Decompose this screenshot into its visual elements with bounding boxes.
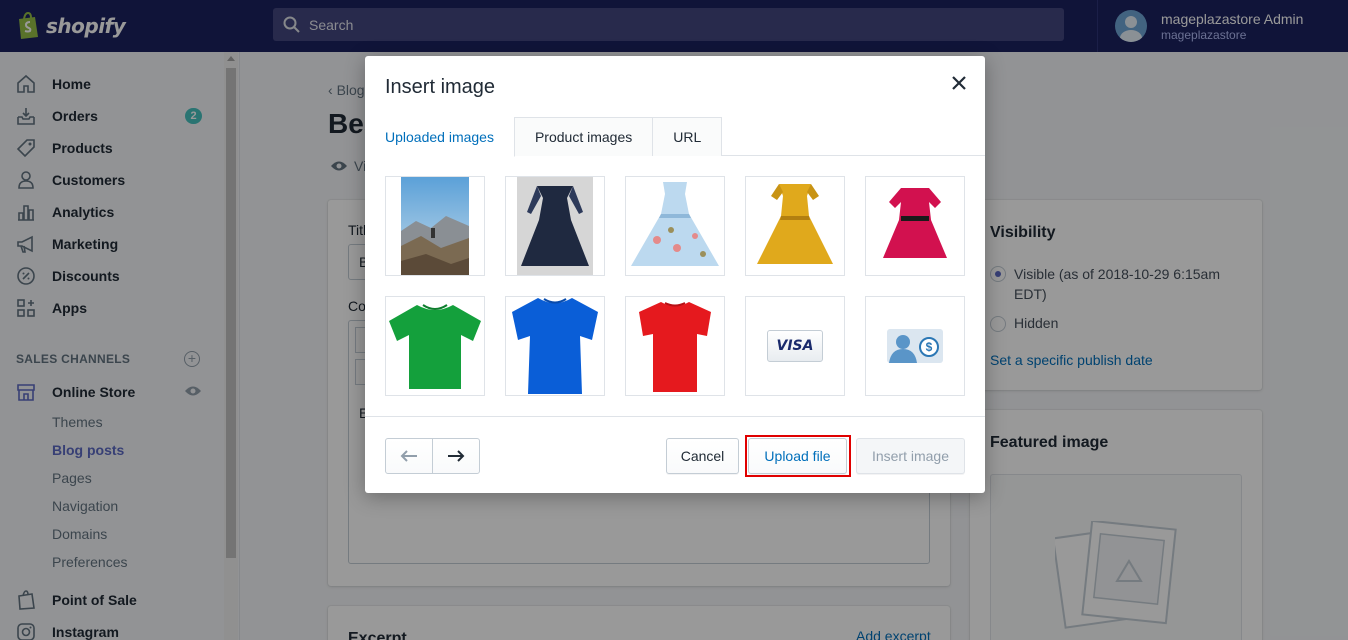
insert-image-button[interactable]: Insert image: [856, 438, 965, 474]
visa-card: VISA: [767, 330, 823, 362]
image-thumbnail-visa-card[interactable]: VISA: [745, 296, 845, 396]
image-thumbnail-floral-dress[interactable]: [625, 176, 725, 276]
tab-url[interactable]: URL: [653, 117, 723, 156]
image-grid: VISA $: [385, 176, 965, 396]
image-source-tabs: Uploaded images Product images URL: [365, 117, 985, 157]
red-tshirt: [639, 302, 711, 392]
image-thumbnail-payment-user[interactable]: $: [865, 296, 965, 396]
blue-tshirt: [512, 298, 598, 394]
upload-button-highlight: [745, 435, 851, 477]
payment-user-icon: $: [887, 329, 943, 363]
navy-lace-dress: [517, 177, 593, 275]
visa-card-label: VISA: [776, 338, 814, 354]
image-thumbnail-red-tshirt[interactable]: [625, 296, 725, 396]
image-thumbnail-pink-dress[interactable]: [865, 176, 965, 276]
next-page-button[interactable]: [432, 438, 480, 474]
arrow-right-icon: [448, 450, 465, 462]
modal-title: Insert image: [385, 76, 496, 98]
previous-page-button[interactable]: [385, 438, 433, 474]
modal-footer: Cancel Upload file Insert image: [365, 416, 985, 493]
tab-uploaded-images[interactable]: Uploaded images: [365, 117, 515, 157]
cancel-button[interactable]: Cancel: [666, 438, 739, 474]
dollar-coin: $: [919, 337, 939, 357]
arrow-left-icon: [400, 450, 417, 462]
image-thumbnail-green-tshirt[interactable]: [385, 296, 485, 396]
user-silhouette-icon: [889, 335, 917, 363]
image-thumbnail-blue-tshirt[interactable]: [505, 296, 605, 396]
pink-dress: [883, 188, 947, 258]
green-tshirt: [389, 304, 481, 389]
insert-image-modal: Insert image Uploaded images Product ima…: [365, 56, 985, 493]
close-icon[interactable]: [949, 73, 969, 93]
tab-product-images[interactable]: Product images: [514, 117, 654, 156]
mountain-hiker-photo: [401, 177, 469, 275]
mustard-yellow-dress: [757, 184, 833, 264]
image-thumbnail-yellow-dress[interactable]: [745, 176, 845, 276]
image-thumbnail-navy-lace-dress[interactable]: [505, 176, 605, 276]
floral-light-blue-dress: [631, 182, 719, 266]
image-thumbnail-mountain-hiker[interactable]: [385, 176, 485, 276]
